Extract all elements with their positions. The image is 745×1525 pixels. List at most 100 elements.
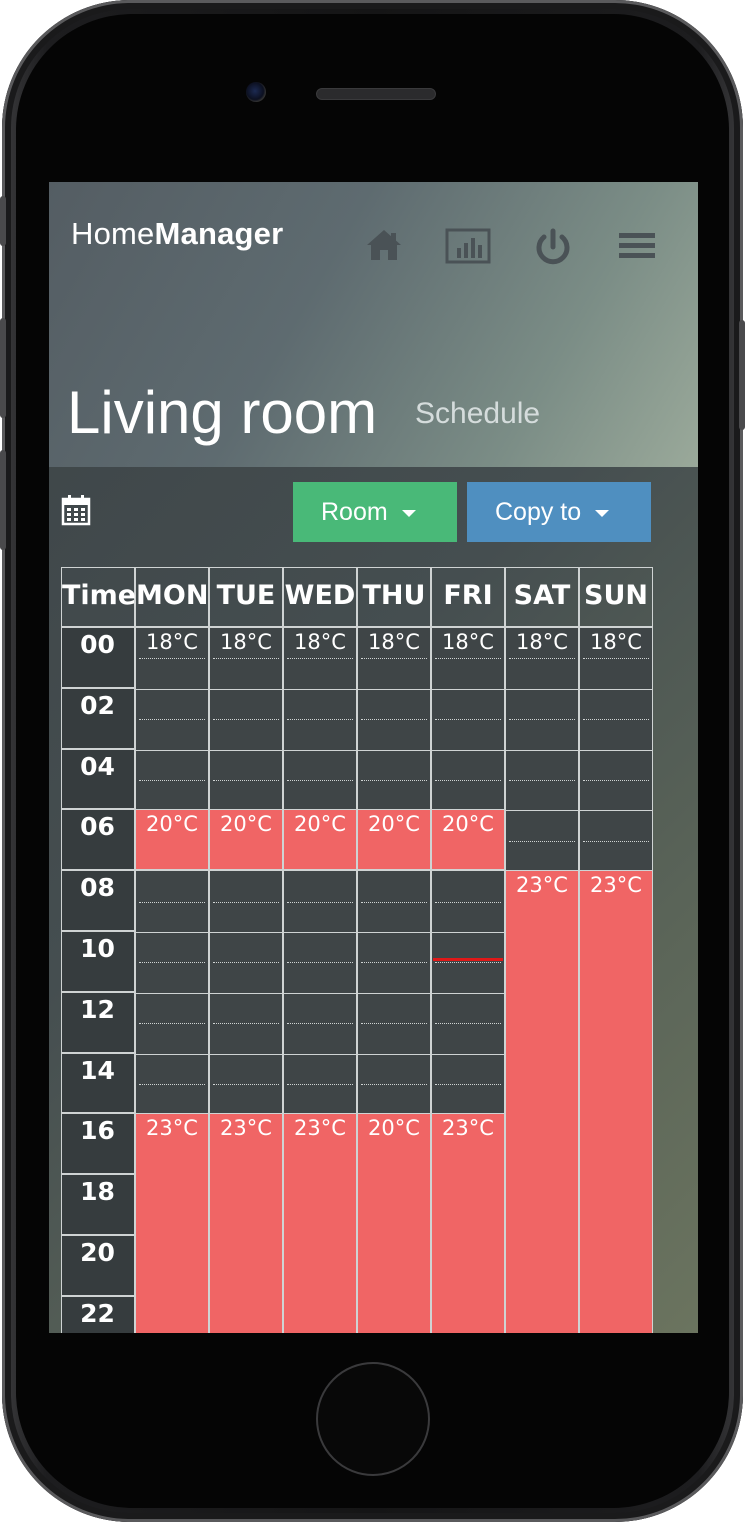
half-hour-divider xyxy=(213,1023,279,1025)
schedule-block[interactable]: 23°C xyxy=(135,1113,209,1333)
half-hour-divider xyxy=(509,658,575,660)
grid-line xyxy=(358,688,430,690)
app-screen: HomeManager Living room Schedule Room Co… xyxy=(49,182,698,1333)
grid-line xyxy=(580,688,652,690)
half-hour-divider xyxy=(509,840,575,842)
half-hour-divider xyxy=(139,1083,205,1085)
volume-down-button xyxy=(0,318,6,418)
half-hour-divider xyxy=(139,780,205,781)
day-header-mon: MON xyxy=(135,567,209,627)
time-label-text: 02 xyxy=(80,690,115,720)
grid-line xyxy=(506,810,578,812)
earpiece-speaker xyxy=(316,88,436,100)
schedule-block[interactable] xyxy=(283,870,357,1114)
schedule-block[interactable]: 18°C xyxy=(357,627,431,810)
half-hour-divider xyxy=(361,1083,427,1085)
brand-logo[interactable]: HomeManager xyxy=(71,216,283,252)
schedule-block[interactable]: 20°C xyxy=(135,809,209,871)
time-label-16: 16 xyxy=(61,1113,135,1175)
half-hour-divider xyxy=(435,719,501,721)
schedule-block[interactable] xyxy=(209,870,283,1114)
half-hour-divider xyxy=(287,719,353,721)
time-label-08: 08 xyxy=(61,870,135,931)
schedule-block[interactable]: 18°C xyxy=(579,627,653,871)
caret-down-icon xyxy=(401,509,416,517)
schedule-block[interactable]: 20°C xyxy=(209,809,283,871)
schedule-block[interactable]: 18°C xyxy=(135,627,209,810)
half-hour-divider xyxy=(361,658,427,660)
home-button[interactable] xyxy=(316,1362,430,1476)
time-label-text: 18 xyxy=(80,1177,115,1207)
grid-line xyxy=(580,749,652,751)
grid-line xyxy=(358,992,430,994)
schedule-block[interactable]: 20°C xyxy=(357,809,431,871)
half-hour-divider xyxy=(361,719,427,721)
grid-line xyxy=(506,749,578,751)
time-label-20: 20 xyxy=(61,1235,135,1296)
day-header-fri: FRI xyxy=(431,567,505,627)
block-temperature-label: 23°C xyxy=(442,1116,494,1141)
schedule-grid: Time MON TUE WED THU FRI SAT SUN 00 02 04 06 08 10 12 1… xyxy=(61,567,653,1333)
block-temperature-label: 20°C xyxy=(368,812,420,837)
half-hour-divider xyxy=(435,901,501,903)
schedule-block[interactable] xyxy=(357,870,431,1114)
time-label-text: 10 xyxy=(80,934,115,963)
bar-chart-icon[interactable] xyxy=(445,228,491,269)
schedule-block[interactable]: 20°C xyxy=(357,1113,431,1333)
half-hour-divider xyxy=(213,1083,279,1085)
grid-line xyxy=(358,1053,430,1055)
half-hour-divider xyxy=(435,658,501,660)
block-temperature-label: 23°C xyxy=(516,873,568,898)
schedule-block[interactable] xyxy=(135,870,209,1114)
half-hour-divider xyxy=(509,780,575,781)
grid-line xyxy=(284,1053,356,1055)
room-dropdown-button[interactable]: Room xyxy=(293,482,457,542)
time-label-02: 02 xyxy=(61,687,135,749)
power-side-button xyxy=(739,320,745,430)
schedule-block[interactable]: 18°C xyxy=(431,627,505,810)
schedule-block[interactable]: 23°C xyxy=(579,870,653,1333)
copy-to-dropdown-button[interactable]: Copy to xyxy=(467,482,651,542)
schedule-block[interactable]: 18°C xyxy=(505,627,579,871)
block-temperature-label: 23°C xyxy=(220,1116,272,1141)
calendar-icon[interactable] xyxy=(61,494,91,531)
half-hour-divider xyxy=(213,901,279,903)
page-subtitle: Schedule xyxy=(415,397,541,430)
half-hour-divider xyxy=(139,658,205,660)
schedule-block[interactable]: 18°C xyxy=(283,627,357,810)
schedule-block[interactable]: 23°C xyxy=(505,870,579,1333)
block-temperature-label: 23°C xyxy=(294,1116,346,1141)
schedule-block[interactable]: 23°C xyxy=(209,1113,283,1333)
brand-bold-text: Manager xyxy=(154,216,284,251)
half-hour-divider xyxy=(213,658,279,660)
grid-line xyxy=(210,992,282,994)
half-hour-divider xyxy=(287,962,353,964)
half-hour-divider xyxy=(361,962,427,964)
page-title: Living room xyxy=(67,379,378,446)
time-label-14: 14 xyxy=(61,1052,135,1114)
time-label-text: 22 xyxy=(80,1298,115,1328)
day-header-thu: THU xyxy=(357,567,431,627)
schedule-block[interactable]: 20°C xyxy=(431,809,505,871)
block-temperature-label: 20°C xyxy=(368,1116,420,1141)
power-icon[interactable] xyxy=(533,228,573,271)
grid-line xyxy=(432,749,504,751)
time-label-text: 06 xyxy=(80,812,115,842)
time-label-text: 16 xyxy=(80,1116,115,1146)
grid-line xyxy=(284,992,356,994)
schedule-block[interactable]: 23°C xyxy=(431,1113,505,1333)
day-header-tue: TUE xyxy=(209,567,283,627)
schedule-block[interactable] xyxy=(431,870,505,1114)
schedule-block[interactable]: 20°C xyxy=(283,809,357,871)
room-button-label: Room xyxy=(321,498,388,526)
home-icon[interactable] xyxy=(365,228,403,267)
time-label-06: 06 xyxy=(61,809,135,871)
half-hour-divider xyxy=(139,1023,205,1025)
grid-line xyxy=(432,992,504,994)
time-label-text: 20 xyxy=(80,1238,115,1267)
hamburger-menu-icon[interactable] xyxy=(617,228,657,267)
half-hour-divider xyxy=(361,901,427,903)
schedule-block[interactable]: 18°C xyxy=(209,627,283,810)
day-header-sat: SAT xyxy=(505,567,579,627)
schedule-block[interactable]: 23°C xyxy=(283,1113,357,1333)
